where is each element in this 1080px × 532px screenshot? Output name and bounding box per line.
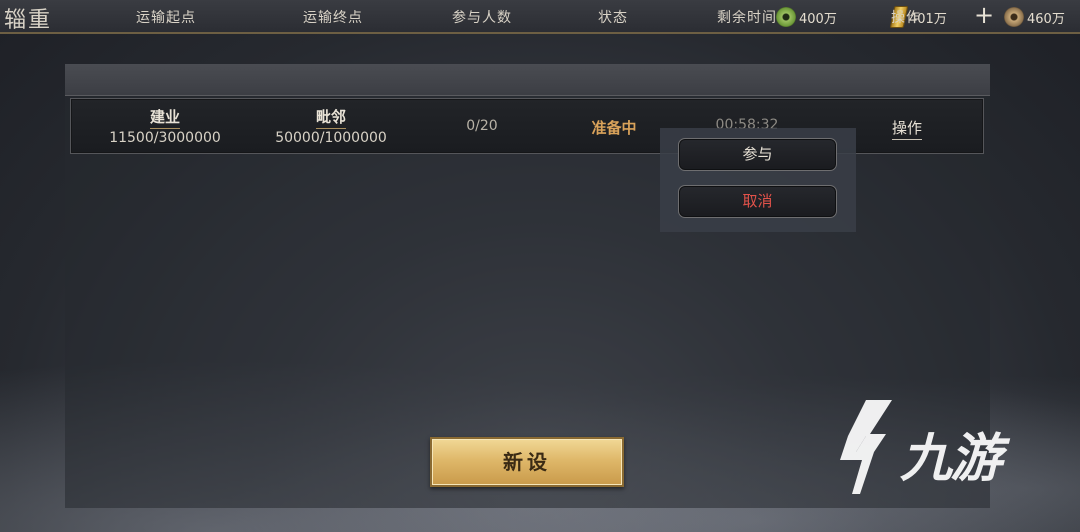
- jade-coin-icon: [776, 7, 796, 27]
- cancel-button[interactable]: 取消: [678, 185, 837, 218]
- jiuyou-logo-icon: [840, 400, 892, 494]
- column-header-participants: 参与人数: [452, 10, 512, 26]
- column-header-remaining-time: 剩余时间: [717, 10, 777, 26]
- destination-capacity: 50000/1000000: [275, 130, 387, 146]
- participant-count: 0/20: [466, 118, 498, 134]
- jade-currency-value: 400万: [799, 11, 837, 27]
- column-header-origin: 运输起点: [136, 10, 196, 26]
- origin-city[interactable]: 建业: [149, 106, 181, 129]
- table-header: [65, 64, 990, 96]
- column-header-destination: 运输终点: [303, 10, 363, 26]
- column-header-action: 操作: [891, 10, 921, 26]
- jade-currency: 400万: [776, 6, 837, 28]
- watermark-text: 九游: [900, 429, 1002, 489]
- copper-currency-value: 460万: [1027, 11, 1065, 27]
- column-header-status: 状态: [598, 10, 628, 26]
- join-button[interactable]: 参与: [678, 138, 837, 171]
- copper-currency: 460万: [1004, 6, 1065, 28]
- status-label: 准备中: [591, 119, 637, 137]
- destination-city[interactable]: 毗邻: [315, 106, 347, 129]
- page-title: 辎重: [4, 8, 53, 33]
- copper-coin-icon: [1004, 7, 1024, 27]
- new-convoy-button[interactable]: 新设: [430, 437, 624, 487]
- row-action-button[interactable]: 操作: [891, 117, 923, 140]
- add-currency-button[interactable]: +: [974, 2, 994, 28]
- origin-capacity: 11500/3000000: [109, 130, 221, 146]
